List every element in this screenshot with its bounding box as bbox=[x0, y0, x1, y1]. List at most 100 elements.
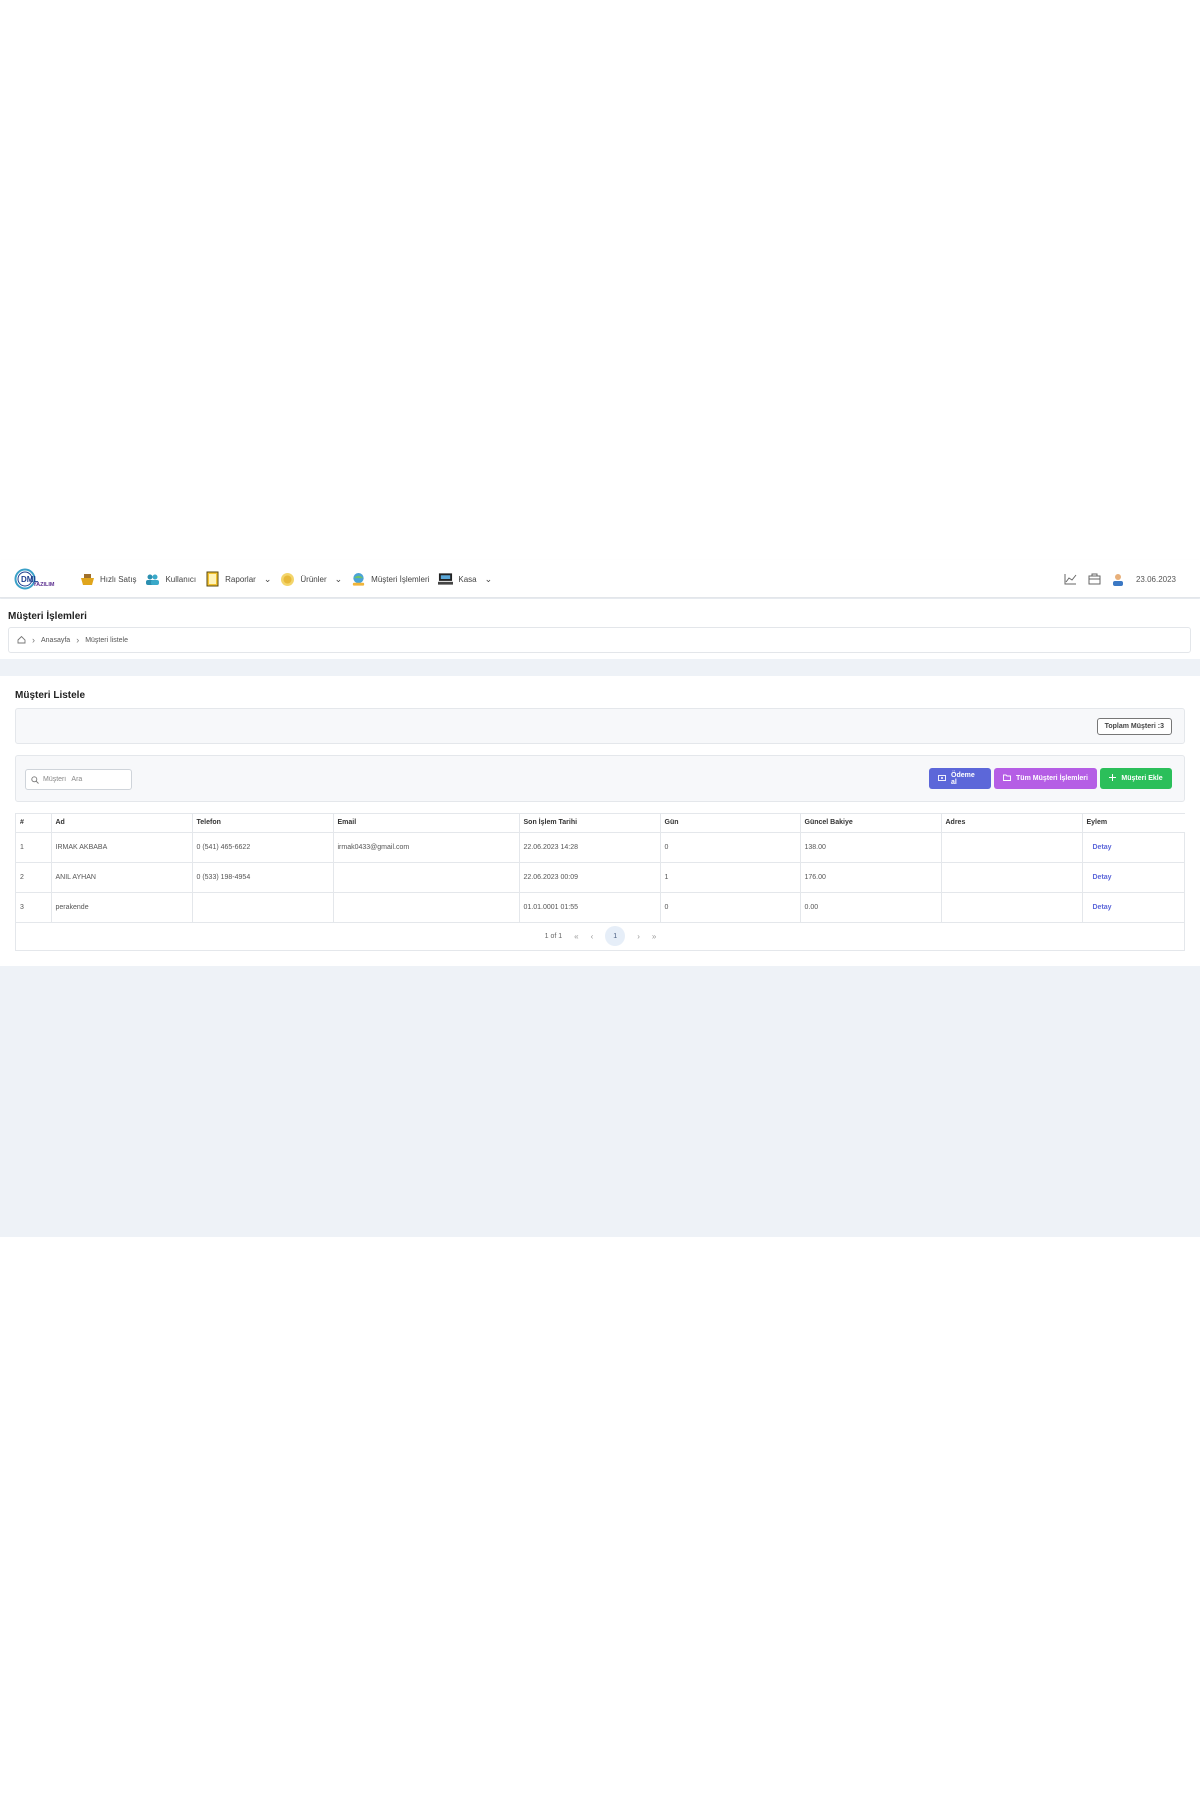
nav-label: Hızlı Satış bbox=[100, 574, 137, 584]
shopping-basket-icon bbox=[80, 572, 95, 587]
column-header[interactable]: # bbox=[16, 814, 52, 833]
summary-bar: Toplam Müşteri :3 bbox=[15, 708, 1185, 744]
customer-phone: 0 (541) 465-6622 bbox=[192, 832, 334, 863]
breadcrumb-current: Müşteri listele bbox=[85, 636, 128, 644]
payment-button[interactable]: Ödeme al bbox=[929, 768, 991, 789]
column-header[interactable]: Telefon bbox=[192, 814, 334, 833]
money-icon bbox=[938, 774, 946, 783]
column-header[interactable]: Email bbox=[333, 814, 520, 833]
customer-address bbox=[941, 832, 1083, 863]
report-book-icon bbox=[205, 571, 220, 587]
search-input[interactable] bbox=[43, 776, 123, 783]
customer-name: IRMAK AKBABA bbox=[51, 832, 193, 863]
table-row: 1 IRMAK AKBABA 0 (541) 465-6622 irmak043… bbox=[16, 832, 1185, 863]
current-date: 23.06.2023 bbox=[1135, 574, 1176, 584]
table-row: 3 perakende 01.01.0001 01:55 0 0.00 Deta… bbox=[16, 892, 1185, 923]
first-page-button[interactable]: « bbox=[574, 932, 578, 941]
svg-text:YAZILIM: YAZILIM bbox=[33, 582, 55, 588]
chevron-down-icon: ⌄ bbox=[484, 573, 493, 584]
table-row: 2 ANIL AYHAN 0 (533) 198-4954 22.06.2023… bbox=[16, 862, 1185, 893]
button-label: Tüm Müşteri İşlemleri bbox=[1016, 775, 1088, 782]
search-box bbox=[25, 769, 132, 790]
briefcase-icon[interactable] bbox=[1088, 573, 1101, 586]
nav-item-urunler[interactable]: Ürünler ⌄ bbox=[280, 572, 342, 587]
days-count: 0 bbox=[660, 892, 801, 923]
page-summary: 1 of 1 bbox=[544, 932, 563, 940]
last-transaction-date: 22.06.2023 00:09 bbox=[519, 862, 661, 893]
customer-email bbox=[333, 892, 520, 923]
detail-link[interactable]: Detay bbox=[1082, 862, 1185, 893]
customer-phone bbox=[192, 892, 334, 923]
customer-name: ANIL AYHAN bbox=[51, 862, 193, 893]
users-icon bbox=[145, 572, 160, 587]
row-number: 2 bbox=[16, 862, 52, 893]
last-transaction-date: 01.01.0001 01:55 bbox=[519, 892, 661, 923]
current-balance: 0.00 bbox=[800, 892, 942, 923]
cash-register-icon bbox=[438, 572, 454, 587]
column-header[interactable]: Güncel Bakiye bbox=[800, 814, 942, 833]
customer-email bbox=[333, 862, 520, 893]
top-navbar: DML YAZILIM Hızlı Satış Kullanıcı Raporl… bbox=[0, 560, 1200, 598]
nav-item-musteri-islemleri[interactable]: Müşteri İşlemleri bbox=[351, 572, 429, 587]
navbar-right: 23.06.2023 bbox=[1064, 560, 1176, 598]
customer-address bbox=[941, 862, 1083, 893]
user-avatar-icon[interactable] bbox=[1112, 573, 1125, 586]
table-header-row: # Ad Telefon Email Son İşlem Tarihi Gün … bbox=[16, 814, 1185, 833]
button-label: Müşteri Ekle bbox=[1121, 775, 1163, 782]
days-count: 0 bbox=[660, 832, 801, 863]
customer-table-container: # Ad Telefon Email Son İşlem Tarihi Gün … bbox=[15, 813, 1185, 951]
chevron-right-icon: › bbox=[32, 635, 35, 645]
customer-list-card: Müşteri Listele Toplam Müşteri :3 Ödeme … bbox=[0, 676, 1200, 966]
app-shell: DML YAZILIM Hızlı Satış Kullanıcı Raporl… bbox=[0, 560, 1200, 1237]
nav-label: Müşteri İşlemleri bbox=[371, 574, 430, 584]
brand-logo[interactable]: DML YAZILIM bbox=[14, 568, 62, 590]
button-label: Ödeme al bbox=[951, 771, 975, 786]
days-count: 1 bbox=[660, 862, 801, 893]
add-customer-button[interactable]: Müşteri Ekle bbox=[1100, 768, 1172, 789]
customer-address bbox=[941, 892, 1083, 923]
last-page-button[interactable]: » bbox=[652, 932, 656, 941]
nav-label: Raporlar bbox=[225, 574, 256, 584]
chevron-down-icon: ⌄ bbox=[263, 573, 272, 584]
customer-phone: 0 (533) 198-4954 bbox=[192, 862, 334, 893]
chart-line-icon[interactable] bbox=[1064, 573, 1077, 586]
next-page-button[interactable]: › bbox=[637, 932, 640, 941]
prev-page-button[interactable]: ‹ bbox=[591, 932, 594, 941]
pagination: 1 of 1 « ‹ 1 › » bbox=[16, 924, 1185, 948]
page-title: Müşteri İşlemleri bbox=[8, 611, 87, 622]
folder-icon bbox=[1003, 774, 1011, 783]
card-title: Müşteri Listele bbox=[15, 690, 86, 701]
nav-item-raporlar[interactable]: Raporlar ⌄ bbox=[205, 571, 272, 587]
nav-item-kasa[interactable]: Kasa ⌄ bbox=[438, 572, 492, 587]
column-header[interactable]: Ad bbox=[51, 814, 193, 833]
coin-products-icon bbox=[280, 572, 295, 587]
current-balance: 176.00 bbox=[800, 862, 942, 893]
search-icon bbox=[31, 771, 39, 789]
all-transactions-button[interactable]: Tüm Müşteri İşlemleri bbox=[994, 768, 1097, 789]
row-number: 1 bbox=[16, 832, 52, 863]
detail-link[interactable]: Detay bbox=[1082, 832, 1185, 863]
breadcrumb: › Anasayfa › Müşteri listele bbox=[8, 627, 1191, 653]
total-customers-badge: Toplam Müşteri :3 bbox=[1096, 718, 1172, 735]
row-number: 3 bbox=[16, 892, 52, 923]
current-page-button[interactable]: 1 bbox=[605, 926, 626, 946]
column-header[interactable]: Adres bbox=[941, 814, 1083, 833]
column-header[interactable]: Eylem bbox=[1082, 814, 1185, 833]
customer-globe-icon bbox=[351, 572, 366, 587]
chevron-down-icon: ⌄ bbox=[334, 573, 343, 584]
nav-label: Kasa bbox=[458, 574, 477, 584]
breadcrumb-home[interactable]: Anasayfa bbox=[41, 637, 70, 644]
customer-name: perakende bbox=[51, 892, 193, 923]
current-balance: 138.00 bbox=[800, 832, 942, 863]
column-header[interactable]: Son İşlem Tarihi bbox=[519, 814, 661, 833]
detail-link[interactable]: Detay bbox=[1082, 892, 1185, 923]
nav-item-hizli-satis[interactable]: Hızlı Satış bbox=[80, 572, 136, 587]
plus-icon bbox=[1109, 774, 1117, 783]
last-transaction-date: 22.06.2023 14:28 bbox=[519, 832, 661, 863]
action-buttons: Ödeme al Tüm Müşteri İşlemleri Müşteri E… bbox=[929, 768, 1172, 789]
nav-item-kullanici[interactable]: Kullanıcı bbox=[145, 572, 196, 587]
home-icon[interactable] bbox=[17, 635, 26, 646]
nav-label: Kullanıcı bbox=[165, 574, 197, 584]
column-header[interactable]: Gün bbox=[660, 814, 801, 833]
list-toolbar: Ödeme al Tüm Müşteri İşlemleri Müşteri E… bbox=[15, 755, 1185, 802]
